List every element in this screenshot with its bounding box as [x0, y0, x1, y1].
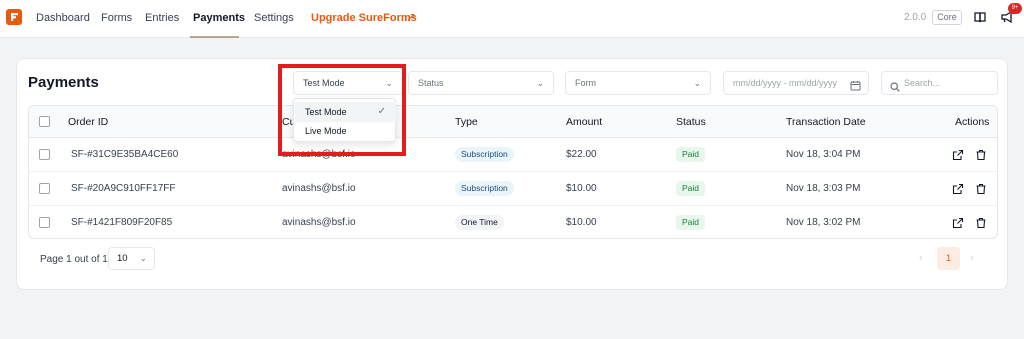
nav-active-underline — [190, 36, 239, 38]
order-id[interactable]: SF-#1421F809F20F85 — [71, 217, 172, 228]
status-filter[interactable]: Status ⌄ — [408, 71, 554, 95]
plan-badge: Core — [932, 10, 962, 25]
per-page-value: 10 — [117, 253, 128, 264]
trash-icon[interactable] — [975, 148, 987, 161]
nav-settings[interactable]: Settings — [254, 12, 294, 24]
col-actions: Actions — [955, 116, 990, 128]
customer-email: avinashs@bsf.io — [282, 183, 356, 194]
external-arrow-icon[interactable]: ↗ — [406, 10, 416, 24]
nav-payments[interactable]: Payments — [193, 12, 245, 24]
chevron-down-icon: ⌄ — [139, 253, 147, 263]
chevron-down-icon: ⌄ — [693, 78, 701, 88]
type-badge: One Time — [455, 215, 504, 230]
form-filter-placeholder: Form — [575, 78, 596, 88]
col-transaction-date[interactable]: Transaction Date — [786, 116, 866, 128]
row-checkbox[interactable] — [39, 183, 50, 194]
trash-icon[interactable] — [975, 182, 987, 195]
upgrade-link[interactable]: Upgrade SureForms — [311, 12, 417, 24]
status-filter-placeholder: Status — [418, 78, 444, 88]
nav-dashboard[interactable]: Dashboard — [36, 12, 90, 24]
page-indicator: Page 1 out of 1 — [40, 254, 108, 265]
date-range-placeholder: mm/dd/yyyy - mm/dd/yyyy — [733, 78, 838, 88]
search-icon — [890, 78, 900, 92]
sureforms-logo[interactable] — [6, 9, 22, 25]
table-row[interactable]: SF-#1421F809F20F85 avinashs@bsf.io One T… — [29, 206, 997, 238]
per-page-select[interactable]: 10 ⌄ — [108, 247, 155, 270]
table-header: Order ID Cu Type Amount Status Transacti… — [29, 106, 997, 138]
date-range-field[interactable]: mm/dd/yyyy - mm/dd/yyyy — [723, 71, 869, 95]
open-external-icon[interactable] — [952, 216, 964, 229]
book-icon[interactable] — [973, 10, 987, 24]
row-checkbox[interactable] — [39, 217, 50, 228]
page-number-button[interactable]: 1 — [937, 247, 960, 270]
transaction-date: Nov 18, 3:04 PM — [786, 149, 861, 160]
version-label: 2.0.0 — [904, 12, 927, 23]
highlight-box — [278, 64, 406, 156]
page-title: Payments — [28, 74, 99, 91]
status-badge: Paid — [676, 181, 706, 196]
nav-entries[interactable]: Entries — [145, 12, 179, 24]
amount: $10.00 — [566, 183, 597, 194]
order-id[interactable]: SF-#20A9C910FF17FF — [71, 183, 176, 194]
type-badge: Subscription — [455, 181, 514, 196]
chevron-down-icon: ⌄ — [536, 78, 544, 88]
table-row[interactable]: SF-#31C9E35BA4CE60 avinashs@bsf.io Subsc… — [29, 138, 997, 172]
amount: $22.00 — [566, 149, 597, 160]
search-input[interactable]: Search... — [881, 71, 998, 95]
row-checkbox[interactable] — [39, 149, 50, 160]
status-badge: Paid — [676, 147, 706, 162]
order-id[interactable]: SF-#31C9E35BA4CE60 — [71, 149, 178, 160]
top-nav-bar: Dashboard Forms Entries Payments Setting… — [0, 0, 1024, 38]
nav-forms[interactable]: Forms — [101, 12, 132, 24]
table-row[interactable]: SF-#20A9C910FF17FF avinashs@bsf.io Subsc… — [29, 172, 997, 206]
col-amount[interactable]: Amount — [566, 116, 602, 128]
select-all-checkbox[interactable] — [39, 116, 50, 127]
col-status[interactable]: Status — [676, 116, 706, 128]
notification-badge: 9+ — [1008, 3, 1022, 14]
amount: $10.00 — [566, 217, 597, 228]
col-type[interactable]: Type — [455, 116, 478, 128]
calendar-icon — [850, 77, 861, 91]
search-placeholder: Search... — [904, 78, 941, 88]
type-badge: Subscription — [455, 147, 514, 162]
open-external-icon[interactable] — [952, 182, 964, 195]
transaction-date: Nov 18, 3:03 PM — [786, 183, 861, 194]
chevron-right-icon[interactable]: › — [970, 252, 974, 264]
chevron-left-icon[interactable]: ‹ — [919, 252, 923, 264]
open-external-icon[interactable] — [952, 148, 964, 161]
trash-icon[interactable] — [975, 216, 987, 229]
transaction-date: Nov 18, 3:02 PM — [786, 217, 861, 228]
form-filter[interactable]: Form ⌄ — [565, 71, 711, 95]
col-order-id[interactable]: Order ID — [68, 116, 108, 128]
status-badge: Paid — [676, 215, 706, 230]
payments-table: Order ID Cu Type Amount Status Transacti… — [28, 105, 998, 239]
customer-email: avinashs@bsf.io — [282, 217, 356, 228]
